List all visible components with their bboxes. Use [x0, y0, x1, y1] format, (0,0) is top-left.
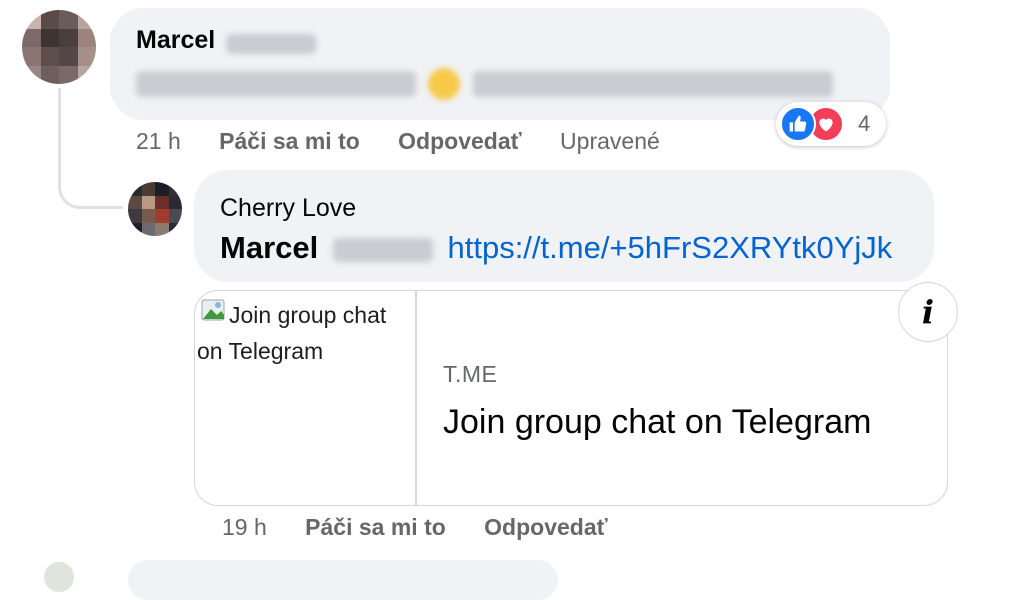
- comment-text-redacted: [136, 68, 876, 104]
- next-comment-avatar-partial: [44, 562, 74, 592]
- reaction-count: 4: [858, 111, 871, 136]
- comment-time[interactable]: 21 h: [136, 128, 181, 154]
- info-icon: i: [921, 293, 935, 331]
- redacted-surname: [225, 33, 316, 54]
- comment-actions: 21 h Páči sa mi to Odpovedať Upravené: [136, 128, 660, 155]
- link-preview-card[interactable]: Join group chat on Telegram T.ME Join gr…: [194, 290, 948, 506]
- preview-title[interactable]: Join group chat on Telegram: [443, 403, 871, 442]
- like-button[interactable]: Páči sa mi to: [219, 128, 360, 154]
- reactions-summary[interactable]: 4: [776, 102, 886, 146]
- preview-image-placeholder: Join group chat on Telegram: [195, 291, 415, 505]
- preview-divider: [415, 291, 417, 505]
- reply-avatar[interactable]: [128, 182, 182, 236]
- reply-bubble: Cherry Love Marcel https://t.me/+5hFrS2X…: [194, 170, 934, 282]
- info-button[interactable]: i: [898, 282, 958, 342]
- reply-actions: 19 h Páči sa mi to Odpovedať: [222, 514, 608, 541]
- telegram-link[interactable]: https://t.me/+5hFrS2XRYtk0YjJk: [447, 230, 892, 265]
- reply-button[interactable]: Odpovedať: [398, 128, 521, 154]
- reply-author-name[interactable]: Cherry Love: [220, 194, 356, 223]
- mention-tag[interactable]: Marcel: [220, 230, 318, 265]
- like-icon: [780, 106, 816, 142]
- reply-like-button[interactable]: Páči sa mi to: [305, 514, 446, 540]
- reply-reply-button[interactable]: Odpovedať: [484, 514, 607, 540]
- redacted-surname: [332, 237, 433, 262]
- comment-author-name[interactable]: Marcel: [136, 26, 215, 54]
- preview-image-alt-text: Join group chat on Telegram: [197, 302, 387, 364]
- reply-text: Marcel https://t.me/+5hFrS2XRYtk0YjJk: [220, 230, 892, 266]
- next-comment-bubble-partial: [128, 560, 558, 600]
- comment-author[interactable]: Marcel: [136, 26, 316, 55]
- thread-connector-line: [58, 88, 123, 209]
- comment-bubble: Marcel: [110, 8, 890, 120]
- reply-time[interactable]: 19 h: [222, 514, 267, 540]
- commenter-avatar[interactable]: [22, 10, 96, 84]
- edited-label[interactable]: Upravené: [560, 128, 660, 154]
- preview-domain: T.ME: [443, 361, 498, 387]
